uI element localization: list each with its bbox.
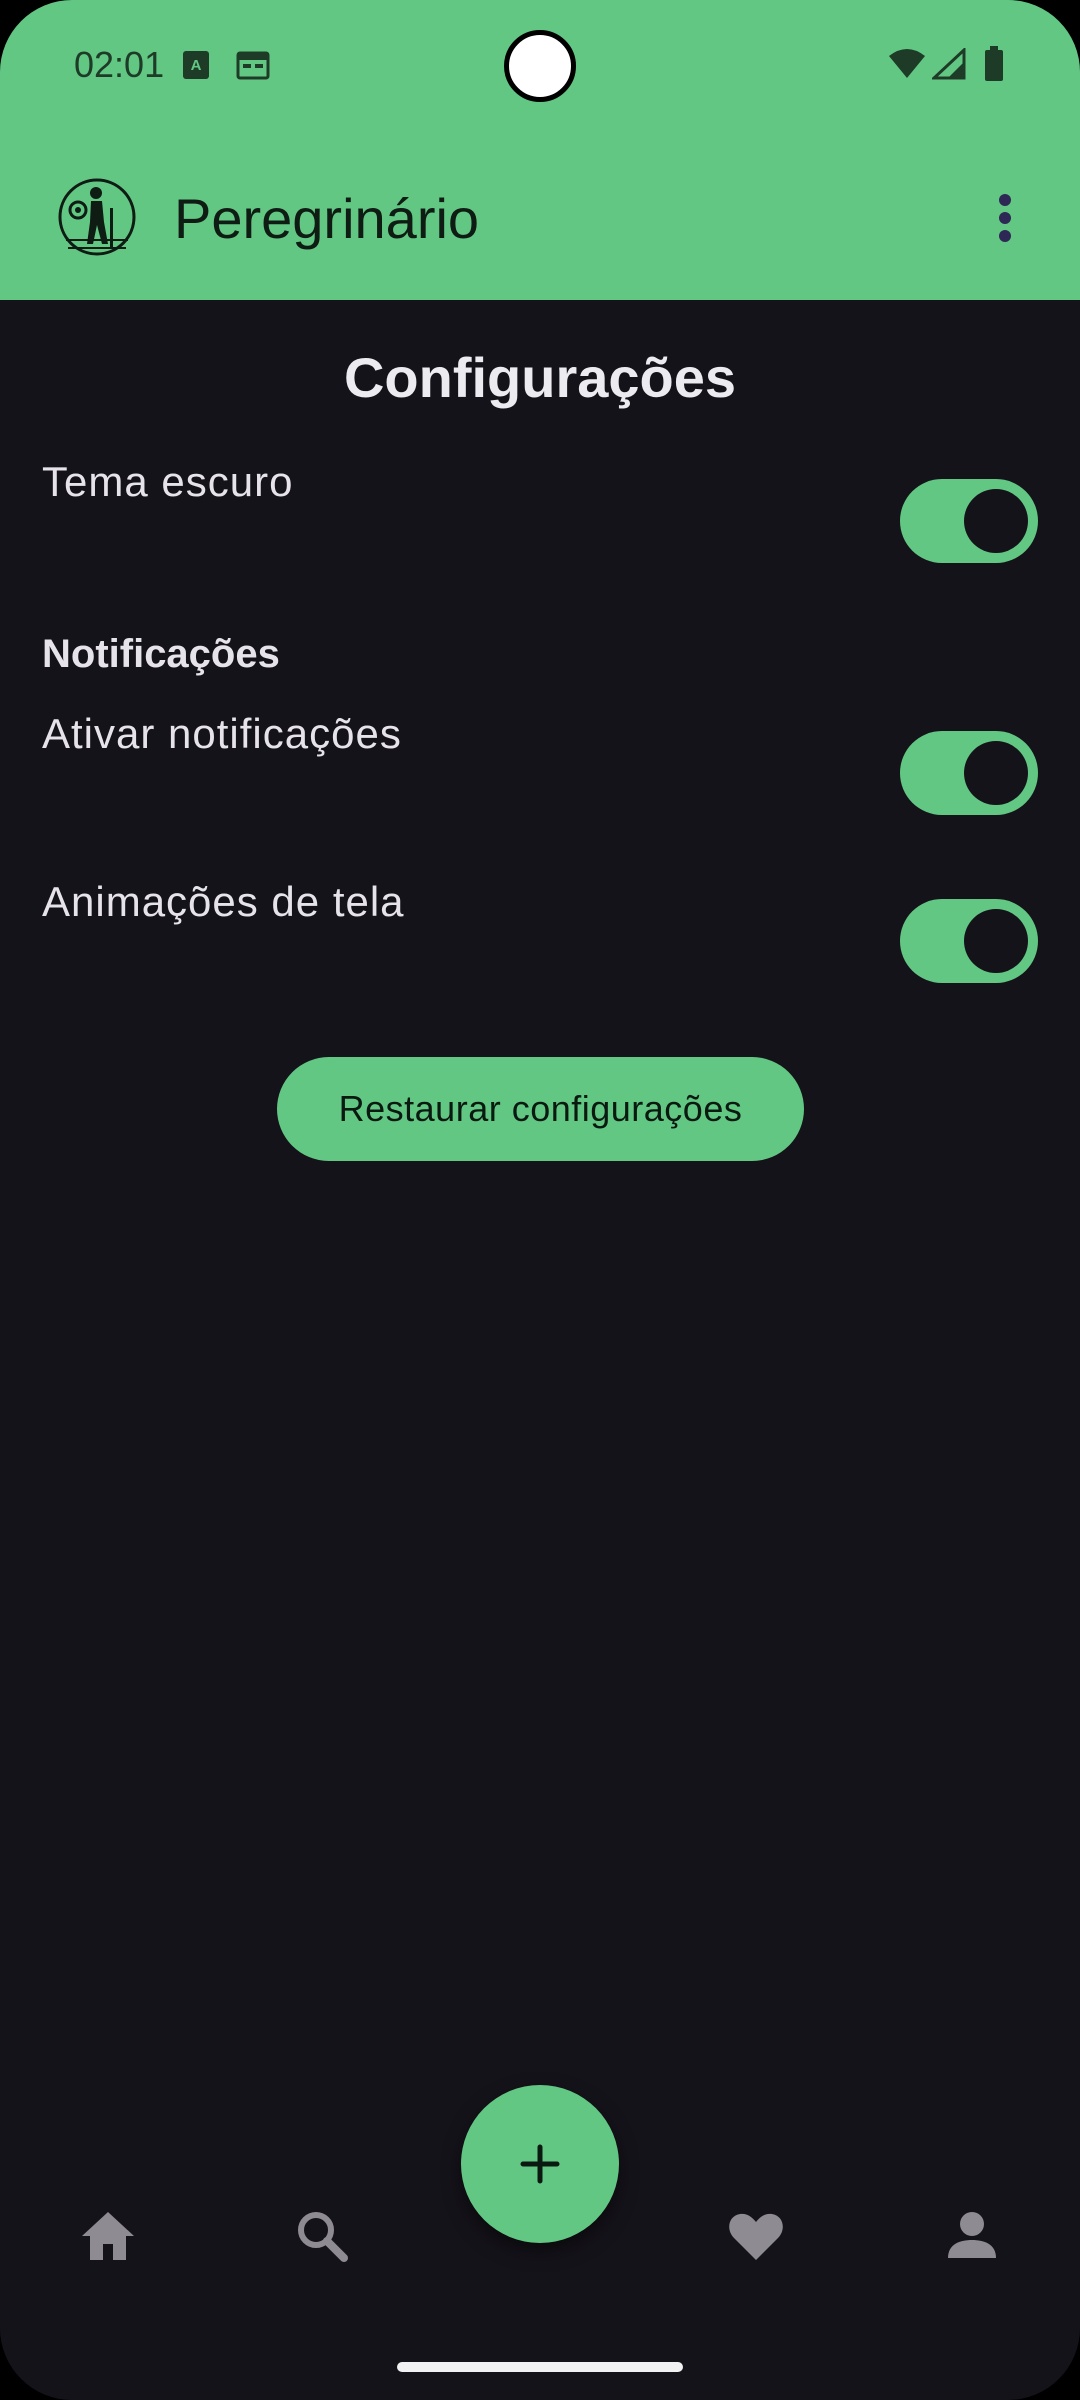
app-title: Peregrinário (174, 187, 480, 250)
status-time: 02:01 (74, 44, 165, 85)
overflow-menu-button[interactable] (990, 190, 1020, 246)
add-icon (520, 2144, 560, 2184)
enable-notifications-switch[interactable] (900, 731, 1038, 815)
search-icon[interactable] (292, 2206, 352, 2266)
more-vert-icon-dot (999, 212, 1011, 224)
switch-knob (964, 741, 1028, 805)
app-bar: 02:01 A Peregrinário (0, 0, 1080, 300)
home-indicator[interactable] (397, 2362, 683, 2372)
person-icon[interactable] (942, 2206, 1002, 2266)
camera-cutout (504, 30, 576, 102)
more-vert-icon-dot (999, 230, 1011, 242)
svg-text:A: A (191, 57, 202, 74)
screen-animations-switch[interactable] (900, 899, 1038, 983)
keyboard-notification-icon: A (182, 50, 210, 85)
notifications-section-header: Notificações (42, 632, 280, 676)
screen-animations-label: Animações de tela (42, 878, 405, 925)
switch-knob (964, 489, 1028, 553)
battery-icon (984, 46, 1004, 87)
enable-notifications-label: Ativar notificações (42, 710, 402, 757)
signal-icon (930, 46, 966, 85)
add-button[interactable] (461, 2085, 619, 2243)
dark-theme-label: Tema escuro (42, 458, 294, 505)
wifi-icon (888, 48, 926, 85)
home-icon[interactable] (78, 2206, 138, 2266)
switch-knob (964, 909, 1028, 973)
calendar-notification-icon (236, 50, 270, 85)
screen: 02:01 A Peregrinário Configurações Tema … (0, 0, 1080, 2400)
more-vert-icon (999, 194, 1011, 206)
page-title: Configurações (343, 346, 737, 409)
restore-settings-button[interactable]: Restaurar configurações (277, 1057, 804, 1161)
hiker-logo-icon (58, 178, 136, 256)
dark-theme-switch[interactable] (900, 479, 1038, 563)
heart-icon[interactable] (726, 2206, 786, 2266)
